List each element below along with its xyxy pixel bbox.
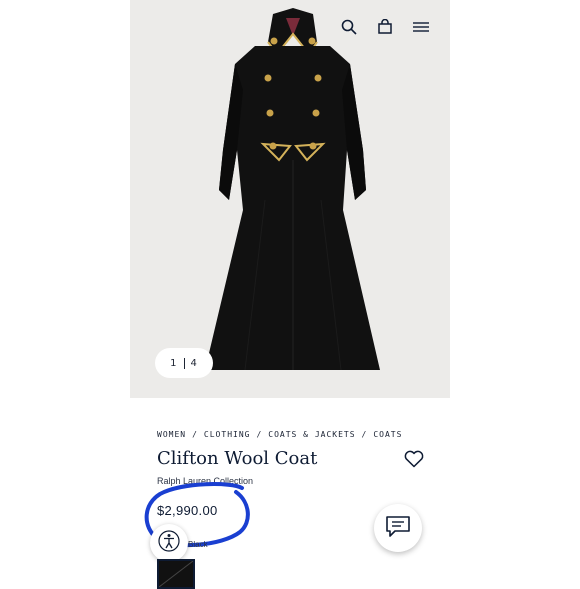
pager-divider: [183, 357, 185, 369]
product-title: Clifton Wool Coat: [157, 448, 318, 469]
menu-icon[interactable]: [412, 18, 430, 36]
heart-icon[interactable]: [404, 450, 424, 468]
accessibility-button[interactable]: [150, 524, 188, 562]
breadcrumb-coats[interactable]: COATS: [373, 430, 402, 439]
color-label: Black: [188, 540, 208, 549]
chat-icon: [385, 514, 411, 543]
image-pager[interactable]: 1 4: [155, 348, 213, 378]
pager-current: 1: [170, 357, 178, 369]
breadcrumb-clothing[interactable]: CLOTHING: [204, 430, 251, 439]
pager-total: 4: [190, 357, 198, 369]
breadcrumb-coats-jackets[interactable]: COATS & JACKETS: [268, 430, 355, 439]
breadcrumb-women[interactable]: WOMEN: [157, 430, 186, 439]
product-photo: [205, 8, 380, 371]
breadcrumb-separator: /: [192, 430, 198, 439]
breadcrumb: WOMEN / CLOTHING / COATS & JACKETS / COA…: [157, 430, 402, 439]
search-icon[interactable]: [340, 18, 358, 36]
accessibility-icon: [158, 529, 180, 557]
chat-button[interactable]: [374, 504, 422, 552]
shopping-bag-icon[interactable]: [376, 18, 394, 36]
product-image-gallery[interactable]: 1 4: [130, 0, 450, 398]
breadcrumb-separator: /: [256, 430, 263, 439]
breadcrumb-separator: /: [361, 430, 368, 439]
color-swatch-black[interactable]: [157, 559, 195, 589]
